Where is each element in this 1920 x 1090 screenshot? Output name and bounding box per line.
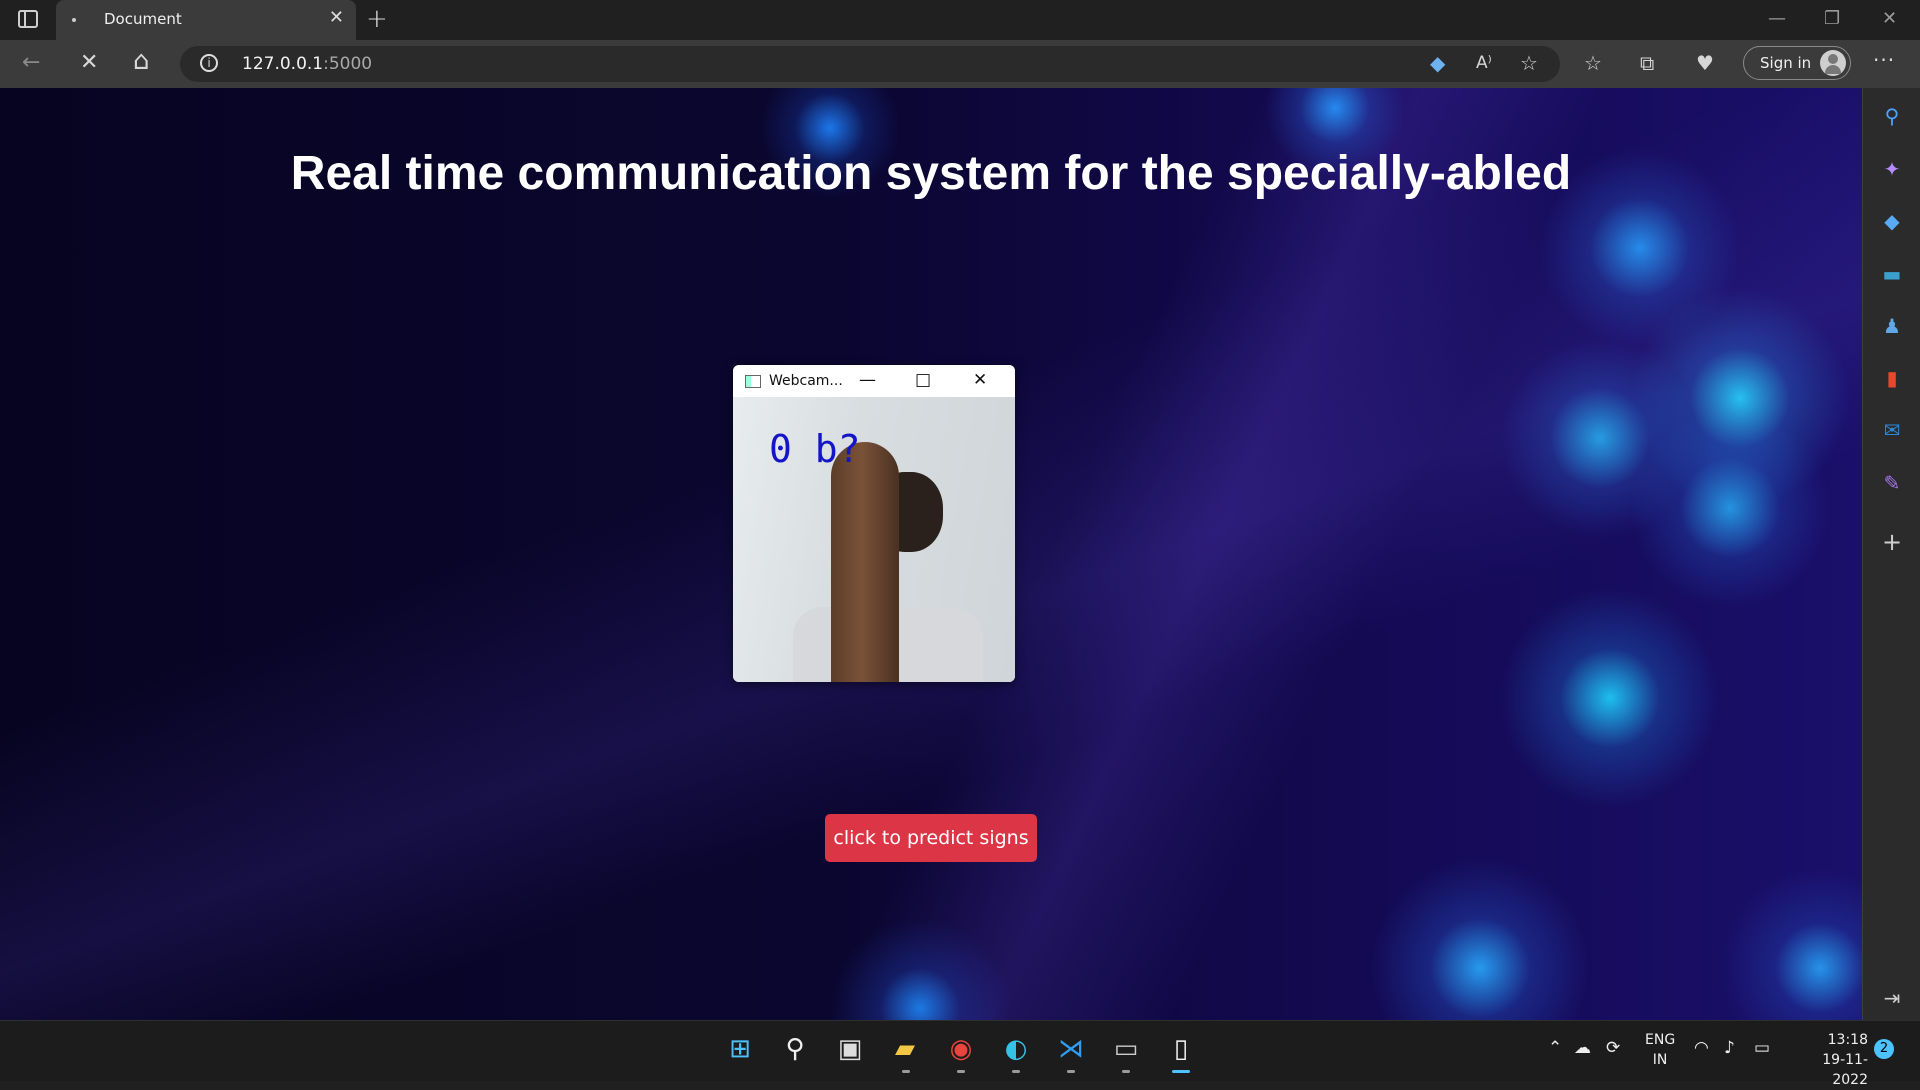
volume-icon[interactable]: ♪ [1724,1038,1735,1058]
edge-icon[interactable]: ◐ [1000,1033,1032,1065]
sync-icon[interactable]: ⟳ [1606,1038,1620,1058]
show-hidden-icons-icon[interactable]: ⌃ [1548,1038,1562,1058]
notification-badge[interactable]: 2 [1874,1039,1894,1059]
collections-icon[interactable]: ⧉ [1640,51,1654,75]
minimize-window-button[interactable]: — [1768,8,1786,29]
language-code: ENG [1645,1032,1676,1048]
running-indicator [902,1070,910,1073]
tools-icon[interactable]: ▬ [1880,262,1904,286]
page-title: Real time communication system for the s… [290,147,1572,200]
terminal-icon[interactable]: ▭ [1110,1033,1142,1065]
running-indicator [1012,1070,1020,1073]
tab-close-icon[interactable]: ✕ [329,7,344,28]
chrome-icon[interactable]: ◉ [945,1033,977,1065]
settings-more-button[interactable]: ··· [1873,48,1895,72]
prediction-overlay-text: 0 b? [769,427,861,471]
start-icon[interactable]: ⊞ [724,1033,756,1065]
hand-sign [831,442,899,682]
office-icon[interactable]: ▮ [1880,366,1904,390]
webcam-minimize-button[interactable]: — [859,370,876,390]
webcam-window[interactable]: Webcam... — □ ✕ 0 b? [733,365,1015,682]
shopping-icon[interactable]: ◆ [1880,209,1904,233]
webcam-window-title: Webcam... [769,373,843,389]
avatar-icon [1820,50,1846,76]
browser-essentials-icon[interactable]: ♥ [1696,51,1714,75]
tab-title: Document [104,10,182,28]
running-indicator [1122,1070,1130,1073]
tab-actions-icon[interactable] [18,10,38,28]
add-favorite-icon[interactable]: ☆ [1520,51,1538,75]
read-aloud-icon[interactable]: A⁾ [1476,53,1492,73]
browser-tab[interactable]: Document ✕ [56,0,356,40]
webcam-titlebar[interactable]: Webcam... — □ ✕ [733,365,1015,397]
url-host: 127.0.0.1 [242,54,324,74]
browser-tab-bar: Document ✕ + — ❐ ✕ [0,0,1920,40]
add-icon[interactable]: + [1880,528,1904,556]
predict-signs-button[interactable]: click to predict signs [825,814,1037,862]
restore-window-button[interactable]: ❐ [1824,8,1840,29]
search-icon[interactable]: ⚲ [779,1033,811,1065]
file-explorer-icon[interactable]: ▰ [889,1033,921,1065]
home-button[interactable]: ⌂ [133,46,150,76]
stop-loading-button[interactable]: ✕ [80,50,98,75]
notepad-icon[interactable]: ▯ [1165,1033,1197,1065]
coupon-icon[interactable]: ◆ [1430,51,1445,75]
clock-date: 19-11-2022 [1822,1052,1868,1088]
games-icon[interactable]: ♟ [1880,314,1904,338]
loading-icon [72,18,76,22]
page-viewport: Real time communication system for the s… [0,88,1862,1020]
task-view-icon[interactable]: ▣ [834,1033,866,1065]
site-info-icon[interactable]: i [200,54,218,72]
running-indicator [957,1070,965,1073]
favorites-icon[interactable]: ☆ [1584,51,1602,75]
sign-in-button[interactable]: Sign in [1743,46,1851,80]
onedrive-icon[interactable]: ☁ [1574,1038,1591,1058]
running-indicator [1067,1070,1075,1073]
wifi-icon[interactable]: ◠ [1694,1038,1709,1058]
region-code: IN [1652,1052,1668,1068]
window-app-icon [745,375,761,388]
search-icon[interactable]: ⚲ [1880,104,1904,128]
taskbar-clock[interactable]: 13:18 19-11-2022 [1790,1030,1868,1090]
back-button[interactable]: ← [22,50,40,75]
webcam-video-frame: 0 b? [733,397,1015,682]
hide-sidebar-icon[interactable]: ⇥ [1880,986,1904,1010]
address-bar[interactable]: i 127.0.0.1:5000 [180,46,1560,82]
outlook-icon[interactable]: ✉ [1880,418,1904,442]
battery-icon[interactable]: ▭ [1754,1038,1770,1058]
url-port: :5000 [323,54,373,74]
clock-time: 13:18 [1827,1032,1868,1048]
webcam-close-button[interactable]: ✕ [973,370,987,390]
copilot-icon[interactable]: ✦ [1880,157,1904,181]
webcam-maximize-button[interactable]: □ [915,370,931,390]
active-indicator [1172,1070,1190,1073]
sign-in-label: Sign in [1760,54,1812,72]
drop-icon[interactable]: ✎ [1880,471,1904,495]
url-text[interactable]: 127.0.0.1:5000 [242,54,372,74]
new-tab-button[interactable]: + [366,4,388,34]
vscode-icon[interactable]: ⋊ [1055,1033,1087,1065]
close-window-button[interactable]: ✕ [1882,8,1897,29]
language-indicator[interactable]: ENG IN [1645,1030,1675,1070]
